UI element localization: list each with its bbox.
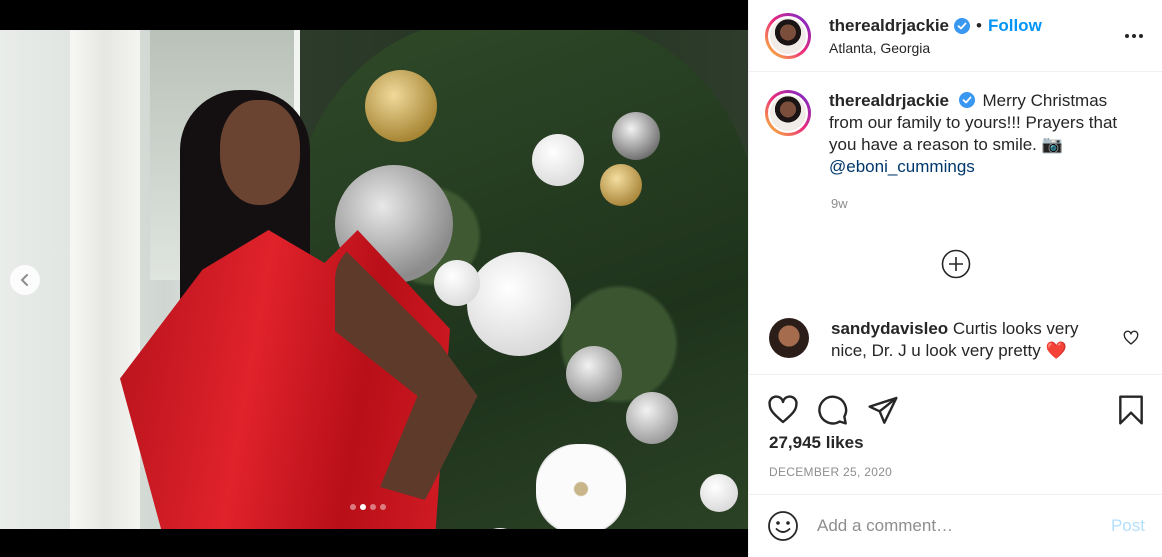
carousel-indicator	[350, 504, 386, 510]
comment-icon[interactable]	[817, 394, 849, 426]
emoji-icon[interactable]	[767, 510, 799, 542]
carousel-dot	[380, 504, 386, 510]
add-icon[interactable]	[941, 249, 971, 279]
post-sidebar: therealdrjackie • Follow Atlanta, Georgi…	[748, 0, 1162, 557]
carousel-dot	[360, 504, 366, 510]
verified-icon	[954, 17, 971, 34]
comment-input[interactable]	[817, 516, 1111, 536]
chevron-left-icon	[21, 274, 28, 286]
post-media	[0, 0, 748, 557]
more-options-button[interactable]	[1122, 24, 1146, 48]
more-icon	[1125, 33, 1143, 38]
like-comment-icon[interactable]	[1123, 330, 1139, 346]
follow-button[interactable]: Follow	[988, 16, 1042, 36]
share-icon[interactable]	[867, 394, 899, 426]
comment-emoji: ❤️	[1045, 341, 1067, 360]
ornament	[600, 164, 642, 206]
post-photo	[0, 30, 748, 529]
comment-composer: Post	[749, 494, 1162, 557]
post-actions-section: 27,945 likes DECEMBER 25, 2020	[749, 374, 1162, 479]
carousel-dot	[350, 504, 356, 510]
save-icon[interactable]	[1115, 394, 1147, 426]
separator-bullet: •	[976, 15, 982, 35]
heart-icon[interactable]	[767, 394, 799, 426]
person	[120, 90, 490, 529]
verified-icon	[958, 92, 975, 108]
post-time-ago[interactable]: 9w	[831, 196, 1162, 211]
caption-username[interactable]: therealdrjackie	[829, 91, 949, 110]
post-header: therealdrjackie • Follow Atlanta, Georgi…	[749, 0, 1162, 72]
caption-avatar[interactable]	[765, 90, 811, 136]
ornament-flower	[536, 444, 626, 529]
post-caption: therealdrjackie Merry Christmas from our…	[749, 72, 1162, 178]
ornament	[532, 134, 584, 186]
author-username[interactable]: therealdrjackie	[829, 16, 949, 36]
ornament	[566, 346, 622, 402]
carousel-dot	[370, 504, 376, 510]
caption-mention[interactable]: @eboni_cummings	[829, 157, 975, 176]
face	[220, 100, 300, 205]
commenter-avatar[interactable]	[769, 318, 809, 358]
author-avatar[interactable]	[765, 12, 811, 59]
comment-item: sandydavisleo Curtis looks very nice, Dr…	[769, 318, 1149, 362]
ornament	[612, 112, 660, 160]
commenter-username[interactable]: sandydavisleo	[831, 319, 948, 338]
ornament	[700, 474, 738, 512]
post-date[interactable]: DECEMBER 25, 2020	[749, 465, 1162, 479]
ornament	[626, 392, 678, 444]
previous-slide-button[interactable]	[10, 265, 40, 295]
action-bar	[749, 375, 1162, 431]
post-location[interactable]: Atlanta, Georgia	[829, 40, 1122, 56]
likes-count[interactable]: 27,945 likes	[749, 433, 1162, 453]
post-comment-button[interactable]: Post	[1111, 516, 1145, 536]
